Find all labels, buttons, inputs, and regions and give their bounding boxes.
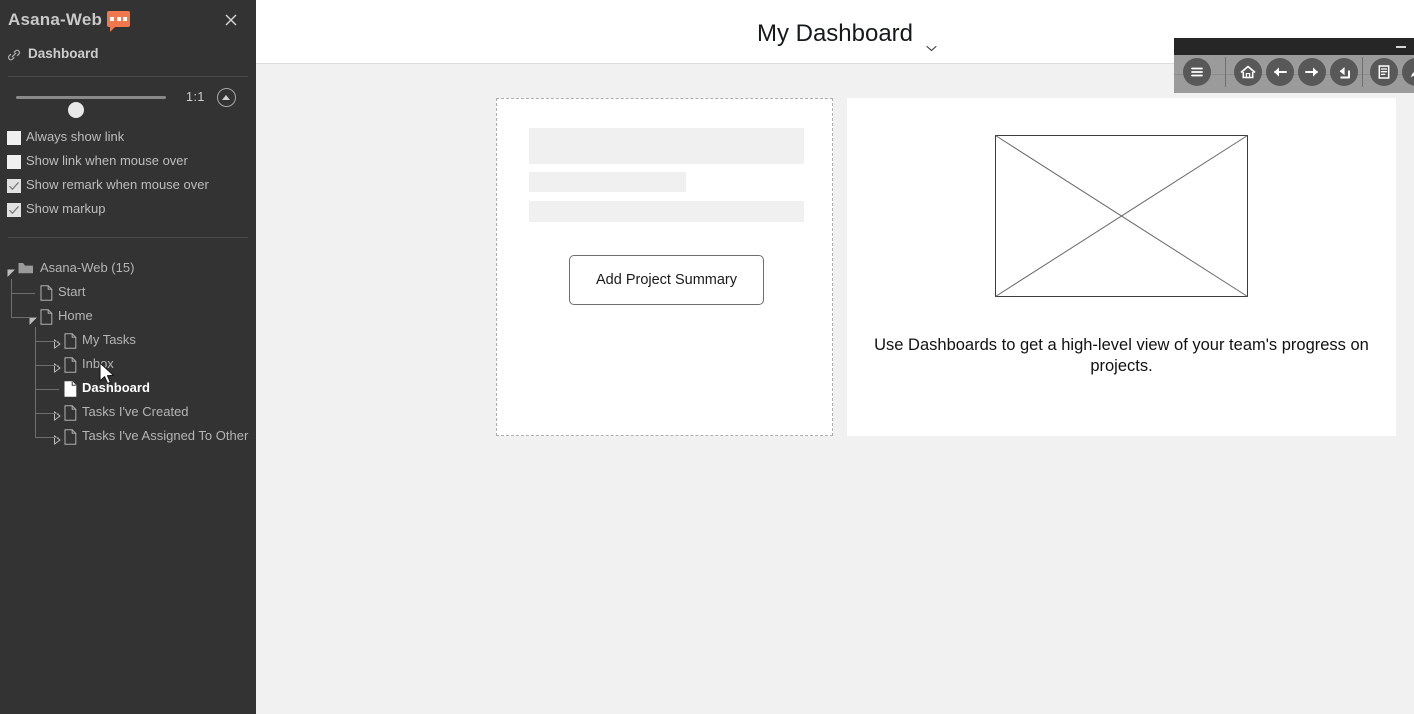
dashboard-link-row[interactable]: Dashboard	[0, 44, 256, 66]
checkbox-unchecked-icon[interactable]	[7, 155, 21, 169]
home-icon[interactable]	[1234, 58, 1262, 86]
floating-toolbar-buttons	[1174, 55, 1414, 93]
page-icon	[64, 429, 77, 450]
option-label: Show link when mouse over	[26, 153, 188, 168]
checkbox-unchecked-icon[interactable]	[7, 131, 21, 145]
tree-connector	[11, 317, 35, 318]
tree-item-label: Inbox	[82, 356, 114, 371]
page-tree: Asana-Web (15) Start Home My Tasks Inbox Dash…	[0, 257, 256, 449]
add-project-summary-button[interactable]: Add Project Summary	[569, 255, 764, 305]
page-icon	[64, 405, 77, 426]
dashboard-info-card: Use Dashboards to get a high-level view …	[847, 98, 1396, 436]
close-icon[interactable]	[222, 11, 240, 29]
expander-collapsed-icon[interactable]	[53, 360, 62, 378]
option-row[interactable]: Show link when mouse over	[0, 152, 256, 176]
page-icon	[64, 357, 77, 378]
link-icon	[6, 47, 22, 63]
chat-bubble-icon[interactable]	[107, 11, 130, 32]
tree-item-start[interactable]: Start	[0, 281, 256, 305]
page-icon	[64, 333, 77, 354]
tree-item-label: Home	[58, 308, 93, 323]
option-label: Show remark when mouse over	[26, 177, 209, 192]
expander-collapsed-icon[interactable]	[53, 408, 62, 426]
sidebar-divider-top	[8, 76, 248, 77]
option-label: Show markup	[26, 201, 106, 216]
collapse-up-icon[interactable]	[217, 88, 236, 107]
tree-item-label: Tasks I've Assigned To Other	[82, 428, 249, 443]
page-icon	[40, 285, 53, 306]
zoom-slider-row: 1:1	[0, 84, 256, 118]
sidebar-titlebar: Asana-Web	[0, 0, 256, 40]
tree-item-home[interactable]: Home	[0, 305, 256, 329]
app-title: Asana-Web	[8, 10, 103, 29]
page-icon	[64, 381, 77, 402]
folder-icon	[18, 261, 34, 280]
option-row[interactable]: Show markup	[0, 200, 256, 224]
tree-connector	[35, 389, 59, 390]
tree-item-label: Asana-Web (15)	[40, 260, 135, 275]
zoom-slider-thumb[interactable]	[68, 102, 84, 118]
notes-icon[interactable]	[1370, 58, 1398, 86]
zoom-slider[interactable]	[16, 96, 166, 118]
sidebar-panel: Asana-Web Dashboard 1:1 Always show link…	[0, 0, 256, 714]
image-placeholder-icon	[995, 135, 1248, 297]
screen-root: Asana-Web Dashboard 1:1 Always show link…	[0, 0, 1414, 714]
sidebar-divider-bottom	[8, 237, 248, 238]
tree-connector	[35, 437, 59, 438]
option-row[interactable]: Show remark when mouse over	[0, 176, 256, 200]
expander-collapsed-icon[interactable]	[53, 432, 62, 450]
checkbox-checked-icon[interactable]	[7, 179, 21, 193]
floating-toolbar-titlebar[interactable]	[1174, 38, 1414, 55]
expander-collapsed-icon[interactable]	[53, 336, 62, 354]
tree-item-label: Start	[58, 284, 86, 299]
tree-connector	[35, 365, 59, 366]
placeholder-bar	[529, 201, 804, 222]
arrow-up-level-icon[interactable]	[1330, 58, 1358, 86]
tree-item-label: Tasks I've Created	[82, 404, 189, 419]
zoom-ratio-label: 1:1	[186, 90, 205, 104]
tree-connector	[35, 413, 59, 414]
project-summary-panel: Add Project Summary	[496, 98, 833, 436]
floating-toolbar	[1174, 38, 1414, 93]
option-row[interactable]: Always show link	[0, 128, 256, 152]
checkbox-checked-icon[interactable]	[7, 203, 21, 217]
minimize-icon[interactable]	[1396, 46, 1406, 48]
toolbar-separator	[1362, 57, 1363, 87]
main-content-area: My Dashboard Add Project Summary Use Das…	[256, 0, 1414, 714]
sidebar-options-list: Always show link Show link when mouse ove…	[0, 128, 256, 224]
tree-connector	[11, 279, 12, 317]
pencil-icon[interactable]	[1402, 58, 1414, 86]
dashboard-link-label: Dashboard	[28, 46, 99, 61]
page-title-text: My Dashboard	[756, 20, 914, 47]
tree-item-asana-web-15[interactable]: Asana-Web (15)	[0, 257, 256, 281]
menu-icon[interactable]	[1183, 58, 1211, 86]
tree-connector	[35, 327, 36, 437]
chevron-down-icon[interactable]	[926, 31, 937, 52]
tree-connector	[35, 341, 59, 342]
tree-item-label: Dashboard	[82, 380, 150, 395]
arrow-left-icon[interactable]	[1266, 58, 1294, 86]
placeholder-bar	[529, 172, 686, 192]
option-label: Always show link	[26, 129, 125, 144]
tree-connector	[11, 293, 35, 294]
dashboard-info-text: Use Dashboards to get a high-level view …	[874, 336, 1369, 375]
toolbar-separator	[1225, 57, 1226, 87]
page-icon	[40, 309, 53, 330]
arrow-right-icon[interactable]	[1298, 58, 1326, 86]
placeholder-bar	[529, 128, 804, 164]
tree-item-label: My Tasks	[82, 332, 136, 347]
